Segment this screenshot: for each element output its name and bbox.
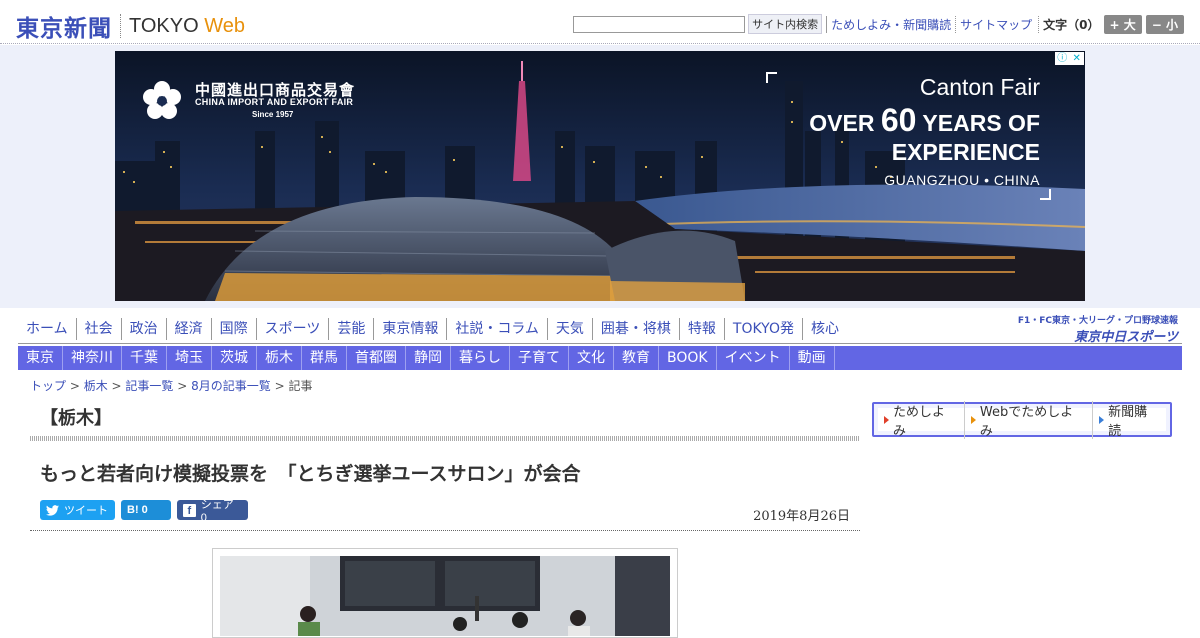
nav-item[interactable]: 経済 — [165, 318, 211, 340]
ad-choices[interactable]: ⓘ ✕ — [1055, 52, 1084, 65]
breadcrumb-current: 記事 — [288, 379, 313, 393]
facebook-label: シェア 0 — [200, 499, 234, 524]
region-item[interactable]: 栃木 — [257, 346, 302, 370]
nav-item[interactable]: 社説・コラム — [446, 318, 547, 340]
section-rule — [30, 436, 860, 441]
web-trial-link[interactable]: Webでためしよみ — [965, 400, 1094, 439]
arrow-icon — [970, 415, 976, 424]
region-item[interactable]: 千葉 — [122, 346, 167, 370]
ad-since: Since 1957 — [252, 110, 294, 119]
breadcrumb-list[interactable]: 記事一覧 — [125, 379, 173, 393]
subscribe-link[interactable]: 新聞購読 — [1093, 401, 1166, 439]
region-item[interactable]: 教育 — [614, 346, 659, 370]
tweet-label: ツイート — [64, 505, 108, 517]
ad-headline-2: OVER 60 YEARS OF — [809, 102, 1040, 138]
region-item[interactable]: 暮らし — [451, 346, 510, 370]
region-item[interactable]: 子育て — [510, 346, 569, 370]
nav-item[interactable]: 社会 — [75, 318, 121, 340]
article-date: 2019年8月26日 — [753, 509, 850, 524]
ad-headline-3: EXPERIENCE — [891, 139, 1040, 165]
section-heading: 【栃木】 — [40, 408, 112, 429]
article-photo — [220, 556, 670, 636]
ad-close-icon[interactable]: ✕ — [1070, 52, 1085, 65]
region-item[interactable]: 茨城 — [212, 346, 257, 370]
ad-headline-1: Canton Fair — [919, 74, 1040, 100]
region-item[interactable]: 埼玉 — [167, 346, 212, 370]
breadcrumb-month[interactable]: 8月の記事一覧 — [191, 379, 271, 393]
nav-divider — [18, 343, 1182, 344]
region-item[interactable]: 群馬 — [302, 346, 347, 370]
region-item[interactable]: 神奈川 — [63, 346, 122, 370]
font-size-label: 文字（0） — [1038, 15, 1100, 33]
trial-subscribe-link[interactable]: ためしよみ・新聞購読 — [826, 15, 951, 33]
region-item[interactable]: 動画 — [790, 346, 835, 370]
sitemap-link[interactable]: サイトマップ — [955, 15, 1032, 33]
twitter-icon — [46, 504, 59, 516]
logo-english: TOKYO Web — [129, 14, 245, 37]
nav-item[interactable]: 天気 — [546, 318, 592, 340]
region-item[interactable]: BOOK — [659, 346, 717, 370]
main-nav: ホーム 社会 政治 経済 国際 スポーツ 芸能 東京情報 社説・コラム 天気 囲碁・将棋 特報 TOKY… — [18, 318, 847, 340]
hatena-label: B! 0 — [127, 504, 148, 516]
hatena-bookmark-button[interactable]: B! 0 — [121, 500, 171, 520]
region-nav: 東京 神奈川 千葉 埼玉 茨城 栃木 群馬 首都圏 静岡 暮らし 子育て 文化 教育 BOOK イベント 動画 — [18, 346, 1182, 370]
trial-link[interactable]: ためしよみ — [878, 400, 965, 439]
logo-japanese: 東京新聞 — [16, 15, 112, 42]
ad-location: GUANGZHOU • CHINA — [884, 172, 1040, 188]
nav-item[interactable]: 囲碁・将棋 — [591, 318, 679, 340]
ad-org-name-en: CHINA IMPORT AND EXPORT FAIR — [195, 97, 354, 107]
site-header: 東京新聞 TOKYO Web サイト内検索 ためしよみ・新聞購読 サイトマップ … — [0, 0, 1200, 44]
nav-item[interactable]: 国際 — [210, 318, 256, 340]
breadcrumb-region[interactable]: 栃木 — [84, 379, 108, 393]
search-button[interactable]: サイト内検索 — [748, 14, 823, 34]
nav-item[interactable]: ホーム — [18, 318, 76, 340]
ad-info-icon[interactable]: ⓘ — [1055, 52, 1070, 65]
nav-item[interactable]: 政治 — [120, 318, 166, 340]
site-logo[interactable]: 東京新聞 TOKYO Web — [16, 9, 245, 43]
region-item[interactable]: イベント — [717, 346, 790, 370]
search-input[interactable] — [573, 15, 746, 33]
subscription-links: ためしよみ Webでためしよみ 新聞購読 — [878, 400, 1166, 439]
tweet-button[interactable]: ツイート — [40, 500, 115, 520]
region-item[interactable]: 首都圏 — [347, 346, 406, 370]
nav-item[interactable]: 特報 — [678, 318, 724, 340]
article-title: もっと若者向け模擬投票を 「とちぎ選挙ユースサロン」が会合 — [40, 463, 581, 485]
font-smaller-button[interactable]: − 小 — [1145, 14, 1184, 34]
nav-item[interactable]: 東京情報 — [373, 318, 446, 340]
breadcrumb: トップ > 栃木 > 記事一覧 > 8月の記事一覧 > 記事 — [30, 379, 313, 393]
breadcrumb-top[interactable]: トップ — [30, 379, 66, 393]
facebook-share-button[interactable]: f シェア 0 — [177, 499, 248, 524]
facebook-icon: f — [183, 503, 196, 517]
header-tools: サイト内検索 ためしよみ・新聞購読 サイトマップ 文字（0） + 大 − 小 — [573, 14, 1184, 34]
nav-item[interactable]: 芸能 — [328, 318, 373, 340]
nav-item[interactable]: TOKYO発 — [723, 318, 802, 340]
region-item[interactable]: 静岡 — [406, 346, 451, 370]
article-rule — [30, 530, 860, 531]
region-item[interactable]: 文化 — [569, 346, 614, 370]
nav-item[interactable]: 核心 — [801, 318, 847, 340]
font-bigger-button[interactable]: + 大 — [1103, 14, 1142, 34]
arrow-icon — [1099, 415, 1105, 424]
logo-divider — [120, 14, 121, 38]
arrow-icon — [884, 415, 889, 424]
region-item[interactable]: 東京 — [18, 346, 63, 370]
nav-item[interactable]: スポーツ — [255, 318, 329, 340]
subscription-box: ためしよみ Webでためしよみ 新聞購読 — [872, 400, 1172, 439]
chunichi-sports-banner[interactable]: F1・FC東京・大リーグ・プロ野球速報 東京中日スポーツ — [1018, 313, 1178, 345]
chunichi-tagline: F1・FC東京・大リーグ・プロ野球速報 — [1017, 316, 1178, 326]
